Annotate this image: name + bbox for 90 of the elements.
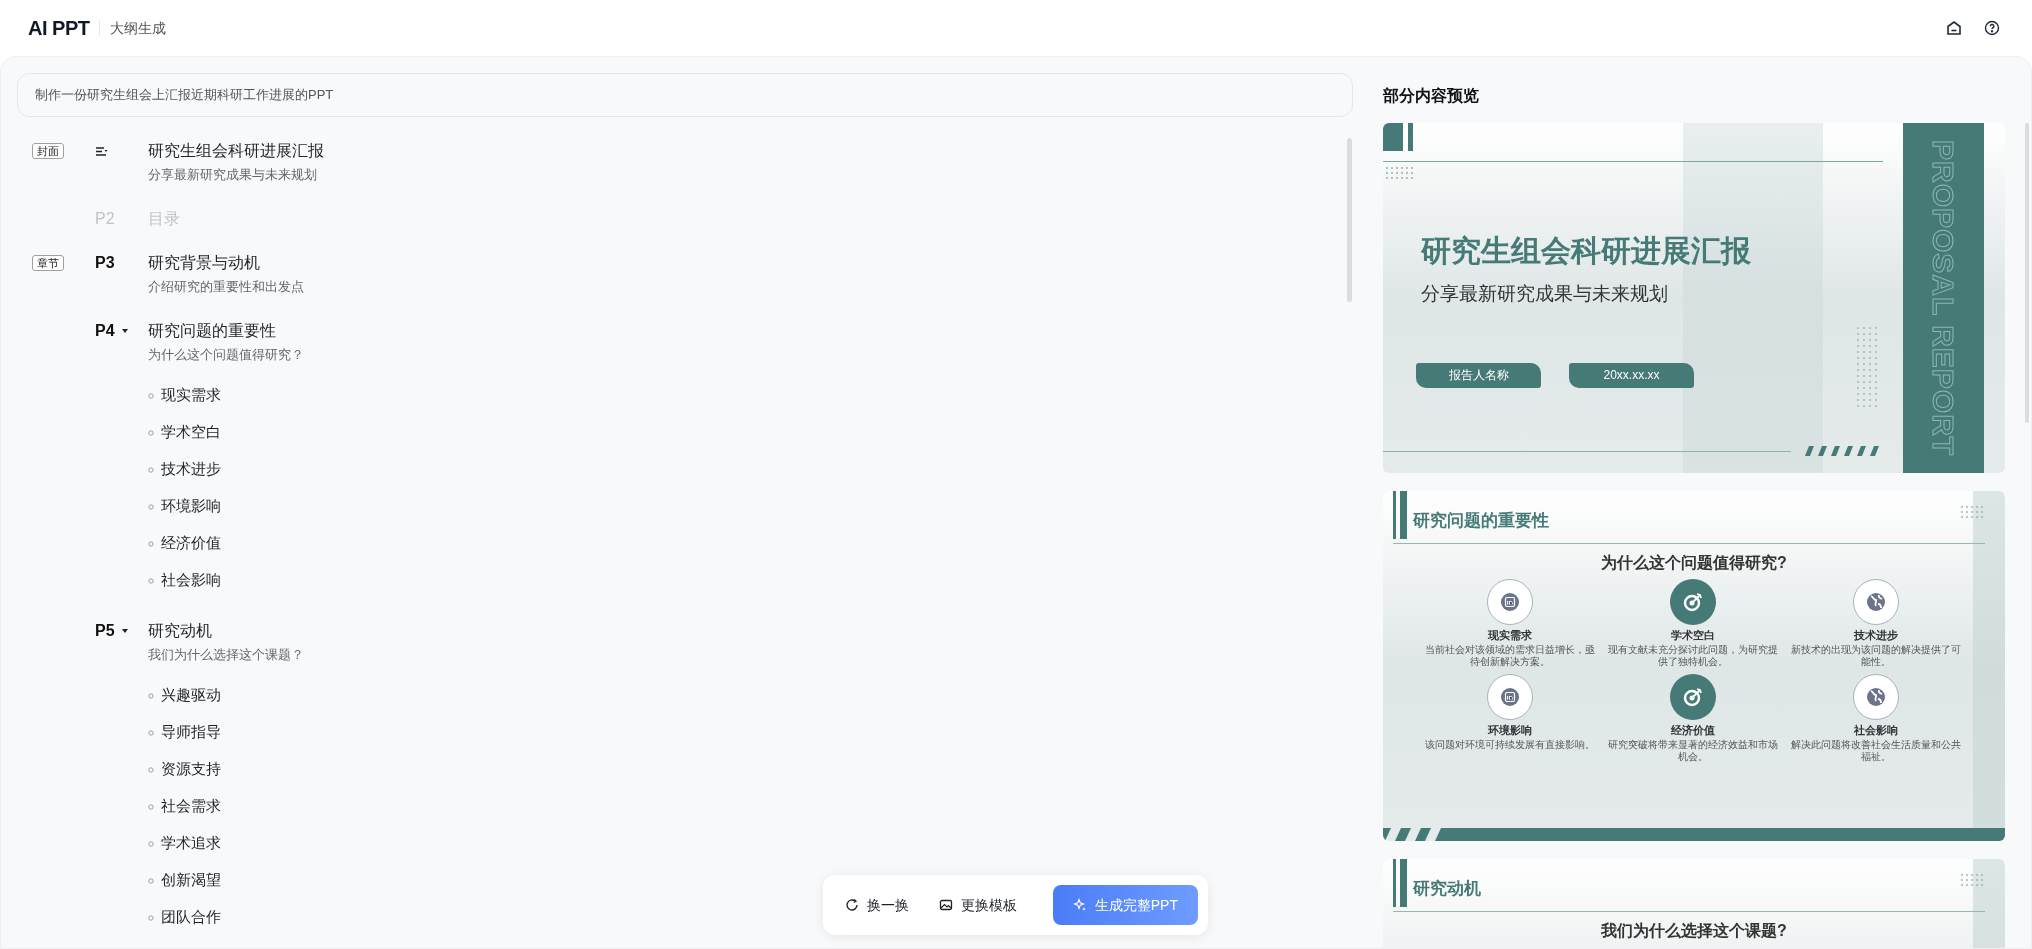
- help-icon[interactable]: [1984, 20, 2000, 36]
- outline-point[interactable]: 创新渴望: [161, 869, 221, 892]
- outline-point[interactable]: 技术进步: [161, 458, 221, 481]
- sparkle-icon: [1072, 898, 1087, 912]
- target-icon: [1681, 685, 1705, 709]
- slide-title[interactable]: 研究问题的重要性: [148, 319, 304, 343]
- page-title: 大纲生成: [110, 18, 167, 38]
- slide-preview[interactable]: 研究动机 我们为什么选择这个课题?: [1383, 859, 2005, 948]
- prompt-field[interactable]: 制作一份研究生组会上汇报近期科研工作进展的PPT: [17, 73, 1353, 117]
- card-title: 环境影响: [1487, 723, 1532, 737]
- card-title: 经济价值: [1671, 723, 1715, 737]
- list-icon[interactable]: [95, 145, 108, 157]
- outline-point[interactable]: 团队合作: [161, 906, 221, 929]
- presenter-label: 报告人名称: [1416, 363, 1541, 388]
- slide-decoration: [1393, 491, 1396, 539]
- slide-question: 为什么这个问题值得研究?: [1600, 553, 1788, 573]
- card-text: 研究突破将带来显著的经济效益和市场机会。: [1608, 739, 1778, 763]
- logo: AI PPT: [28, 16, 90, 41]
- bullet-icon: [148, 914, 154, 921]
- slide-title[interactable]: 研究动机: [148, 619, 304, 643]
- slide-decoration: [1383, 123, 1403, 151]
- card-title: 学术空白: [1671, 628, 1715, 642]
- dot-grid: [1386, 167, 1413, 179]
- outline-point[interactable]: 学术追求: [161, 832, 221, 855]
- scrollbar[interactable]: [1347, 138, 1352, 302]
- refresh-button[interactable]: 换一换: [833, 885, 921, 925]
- card-text: 解决此问题将改善社会生活质量和公共福祉。: [1791, 739, 1962, 763]
- bullet-icon: [148, 392, 154, 399]
- page-number: P2: [95, 209, 115, 229]
- slide-heading: 研究问题的重要性: [1413, 510, 1549, 532]
- bullet-icon: [148, 877, 154, 884]
- slide-decoration: [1400, 491, 1407, 539]
- image-icon: [939, 898, 953, 912]
- slide-decoration: [1408, 123, 1413, 151]
- card-text: 现有文献未充分探讨此问题，为研究提供了独特机会。: [1608, 644, 1778, 668]
- bullet-icon: [148, 429, 154, 436]
- dot-grid: [1961, 506, 1983, 518]
- slide-title[interactable]: 研究背景与动机: [148, 251, 304, 275]
- outline-point[interactable]: 社会需求: [161, 795, 221, 818]
- dot-grid: [1961, 874, 1983, 886]
- slide-subtitle[interactable]: 我们为什么选择这个课题？: [148, 643, 304, 667]
- page-number: P4: [95, 321, 115, 341]
- outline-point[interactable]: 导师指导: [161, 721, 221, 744]
- bullet-icon: [148, 577, 154, 584]
- preview-title: 部分内容预览: [1383, 86, 1480, 106]
- page-type-tag: 封面: [32, 143, 64, 159]
- page-number: P3: [95, 253, 115, 273]
- bullet-icon: [148, 540, 154, 547]
- outline-point[interactable]: 经济价值: [161, 532, 221, 555]
- vertical-caption: PROPOSAL REPORT: [1926, 139, 1961, 457]
- bullet-icon: [148, 803, 154, 810]
- slide-subtitle[interactable]: 分享最新研究成果与未来规划: [148, 163, 324, 187]
- slide-decoration: [1400, 859, 1407, 907]
- target-icon: [1681, 590, 1705, 614]
- card-title: 技术进步: [1854, 628, 1899, 642]
- page-number: P5: [95, 621, 115, 641]
- slide-preview[interactable]: 研究生组会科研进展汇报 分享最新研究成果与未来规划 报告人名称 20xx.xx.xx PROPOSAL REPORT: [1383, 123, 2005, 473]
- outline-point[interactable]: 现实需求: [161, 384, 221, 407]
- card-title: 现实需求: [1487, 628, 1532, 642]
- slide-heading: 研究动机: [1413, 878, 1481, 900]
- slide-question: 我们为什么选择这个课题?: [1600, 921, 1788, 941]
- date-label: 20xx.xx.xx: [1569, 363, 1694, 388]
- caret-icon[interactable]: [120, 627, 129, 635]
- bullet-icon: [148, 466, 154, 473]
- bullet-icon: [148, 729, 154, 736]
- card-title: 社会影响: [1854, 723, 1899, 737]
- caret-icon[interactable]: [120, 327, 129, 335]
- outline-point[interactable]: 社会影响: [161, 569, 221, 592]
- home-icon[interactable]: [1946, 20, 1962, 36]
- page-type-tag: 章节: [32, 255, 64, 271]
- bullet-icon: [148, 503, 154, 510]
- outline-point[interactable]: 兴趣驱动: [161, 684, 221, 707]
- slide-preview[interactable]: 研究问题的重要性 为什么这个问题值得研究? 现实需求 当前社会对该领域的需求日益增长，亟待创新解决方案。 学术空白 现有文献未充分探讨此问题，为研究提供了独特机会。 技术进步 新技术的出现为该问题的解决提供了可能性。 环境影响 该问题对环境可持续发展有直接影响。 经济价值 研究突破将带来显著的经济效益和市场机会。 社会影响 解决此问题将改善社会生活质量和公共福祉。: [1383, 491, 2005, 841]
- slide-title[interactable]: 研究生组会科研进展汇报: [148, 139, 324, 163]
- slide-subheading: 分享最新研究成果与未来规划: [1421, 282, 1668, 306]
- outline-point[interactable]: 环境影响: [161, 495, 221, 518]
- slide-heading: 研究生组会科研进展汇报: [1421, 233, 1751, 269]
- card-text: 当前社会对该领域的需求日益增长，亟待创新解决方案。: [1424, 644, 1595, 668]
- card-text: 该问题对环境可持续发展有直接影响。: [1424, 739, 1595, 751]
- bullet-icon: [148, 766, 154, 773]
- template-button[interactable]: 更换模板: [927, 885, 1029, 925]
- slide-decoration: [1393, 859, 1396, 907]
- outline-point[interactable]: 学术空白: [161, 421, 221, 444]
- bullet-icon: [148, 840, 154, 847]
- outline-point[interactable]: 资源支持: [161, 758, 221, 781]
- slide-subtitle[interactable]: 为什么这个问题值得研究？: [148, 343, 304, 367]
- refresh-icon: [845, 898, 859, 912]
- bullet-icon: [148, 692, 154, 699]
- card-text: 新技术的出现为该问题的解决提供了可能性。: [1791, 644, 1962, 668]
- slide-subtitle[interactable]: 介绍研究的重要性和出发点: [148, 275, 304, 299]
